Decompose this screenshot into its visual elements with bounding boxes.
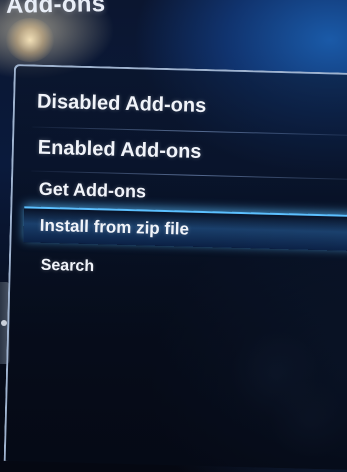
title-glow <box>6 18 54 62</box>
addons-menu-panel: Disabled Add-ons Enabled Add-ons Get Add… <box>3 64 347 470</box>
menu-item-install-from-zip[interactable]: Install from zip file <box>40 216 190 240</box>
menu-item-search[interactable]: Search <box>40 257 95 276</box>
menu-item-get-addons[interactable]: Get Add-ons <box>38 179 146 203</box>
menu-item-enabled-addons[interactable]: Enabled Add-ons <box>38 137 202 164</box>
kodi-addons-screen: Add-ons Disabled Add-ons Enabled Add-ons… <box>0 0 347 472</box>
menu-separator <box>32 126 347 136</box>
menu-separator <box>31 170 347 180</box>
menu-item-disabled-addons[interactable]: Disabled Add-ons <box>37 91 207 118</box>
side-panel-handle <box>1 320 7 326</box>
window-title: Add-ons <box>5 0 106 19</box>
